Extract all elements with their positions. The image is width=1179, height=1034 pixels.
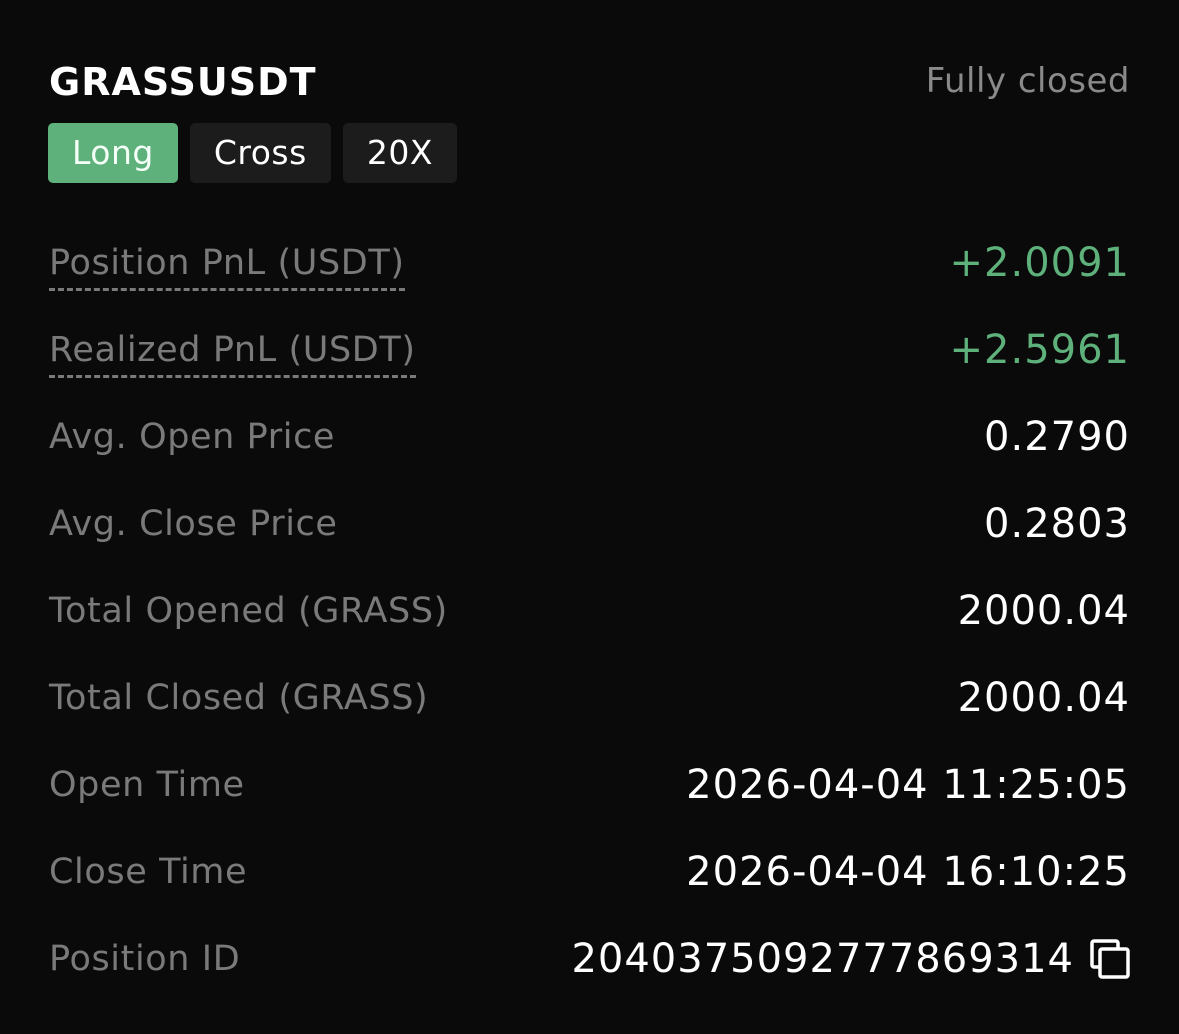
realized-pnl-value: +2.5961 — [949, 327, 1130, 373]
total-opened-row: Total Opened (GRASS) 2000.04 — [49, 576, 1130, 663]
close-time-row: Close Time 2026-04-04 16:10:25 — [49, 837, 1130, 924]
details-list: Position PnL (USDT) +2.0091 Realized PnL… — [49, 228, 1130, 1011]
open-time-label: Open Time — [49, 765, 245, 805]
open-time-value: 2026-04-04 11:25:05 — [686, 762, 1130, 808]
side-tag: Long — [48, 123, 178, 183]
total-closed-value: 2000.04 — [957, 675, 1130, 721]
avg-open-price-label: Avg. Open Price — [49, 417, 336, 457]
tag-group: Long Cross 20X — [48, 123, 457, 183]
position-header: GRASSUSDT Fully closed — [49, 52, 1130, 112]
copy-icon[interactable] — [1090, 939, 1130, 979]
realized-pnl-label[interactable]: Realized PnL (USDT) — [49, 327, 416, 378]
status-label: Fully closed — [925, 61, 1130, 101]
total-closed-row: Total Closed (GRASS) 2000.04 — [49, 663, 1130, 750]
position-id-value: 2040375092777869314 — [571, 936, 1074, 982]
total-opened-value: 2000.04 — [957, 588, 1130, 634]
avg-close-price-value: 0.2803 — [984, 501, 1130, 547]
symbol-title: GRASSUSDT — [49, 60, 317, 104]
close-time-value: 2026-04-04 16:10:25 — [686, 849, 1130, 895]
leverage-tag: 20X — [342, 123, 457, 183]
close-time-label: Close Time — [49, 852, 248, 892]
realized-pnl-row: Realized PnL (USDT) +2.5961 — [49, 315, 1130, 402]
total-closed-label: Total Closed (GRASS) — [49, 678, 429, 718]
total-opened-label: Total Opened (GRASS) — [49, 591, 448, 631]
position-pnl-label[interactable]: Position PnL (USDT) — [49, 240, 405, 291]
position-pnl-value: +2.0091 — [949, 240, 1130, 286]
position-card: GRASSUSDT Fully closed Long Cross 20X Po… — [0, 0, 1179, 1034]
position-pnl-row: Position PnL (USDT) +2.0091 — [49, 228, 1130, 315]
margin-mode-tag: Cross — [189, 123, 331, 183]
position-id-label: Position ID — [49, 939, 241, 979]
position-id-row: Position ID 2040375092777869314 — [49, 924, 1130, 1011]
avg-open-price-row: Avg. Open Price 0.2790 — [49, 402, 1130, 489]
avg-open-price-value: 0.2790 — [984, 414, 1130, 460]
open-time-row: Open Time 2026-04-04 11:25:05 — [49, 750, 1130, 837]
avg-close-price-label: Avg. Close Price — [49, 504, 338, 544]
position-id-value-group: 2040375092777869314 — [571, 934, 1130, 984]
avg-close-price-row: Avg. Close Price 0.2803 — [49, 489, 1130, 576]
